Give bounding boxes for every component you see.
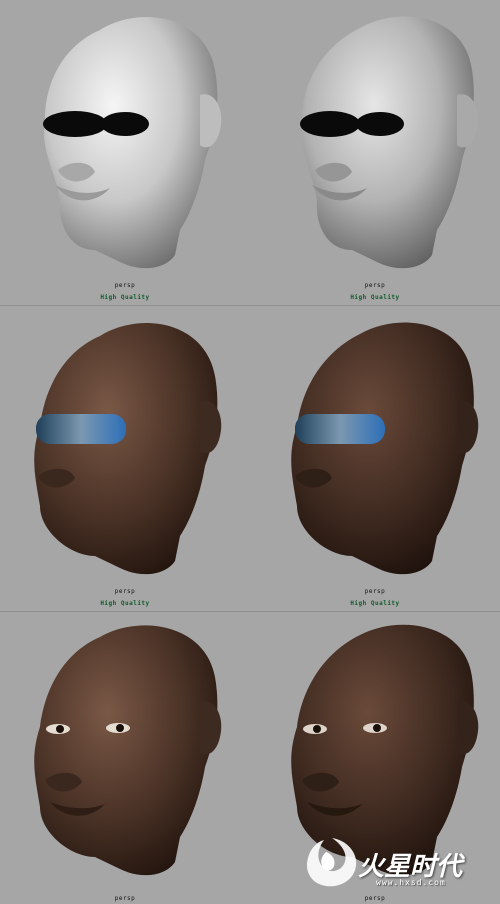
skin-head-render: [291, 322, 479, 575]
camera-label: persp: [364, 282, 386, 289]
hxsd-flame-logo-icon: [306, 838, 357, 887]
camera-label: persp: [114, 588, 136, 595]
quality-label: High Quality: [100, 600, 150, 607]
camera-label: persp: [114, 895, 136, 902]
clay-head-render: [43, 17, 222, 269]
quality-label: High Quality: [100, 294, 150, 301]
viewport-clay-right: persp High Quality: [250, 0, 500, 305]
camera-label: persp: [114, 282, 136, 289]
clay-head-render: [300, 16, 479, 269]
watermark: 火星时代 www.hxsd.com: [302, 834, 492, 894]
camera-label: persp: [364, 895, 386, 902]
skin-head-render: [34, 625, 222, 876]
viewport-skin-final-left: persp: [0, 612, 250, 904]
skin-head-render: [34, 323, 222, 575]
quality-label: High Quality: [350, 600, 400, 607]
quality-label: High Quality: [350, 294, 400, 301]
viewport-skin-glasses-right: persp High Quality: [250, 306, 500, 611]
camera-label: persp: [364, 588, 386, 595]
viewport-clay-left: persp High Quality: [0, 0, 250, 305]
watermark-url: www.hxsd.com: [376, 878, 446, 887]
viewport-skin-glasses-left: persp High Quality: [0, 306, 250, 611]
render-sheet: persp High Quality persp High Quality pe…: [0, 0, 500, 904]
